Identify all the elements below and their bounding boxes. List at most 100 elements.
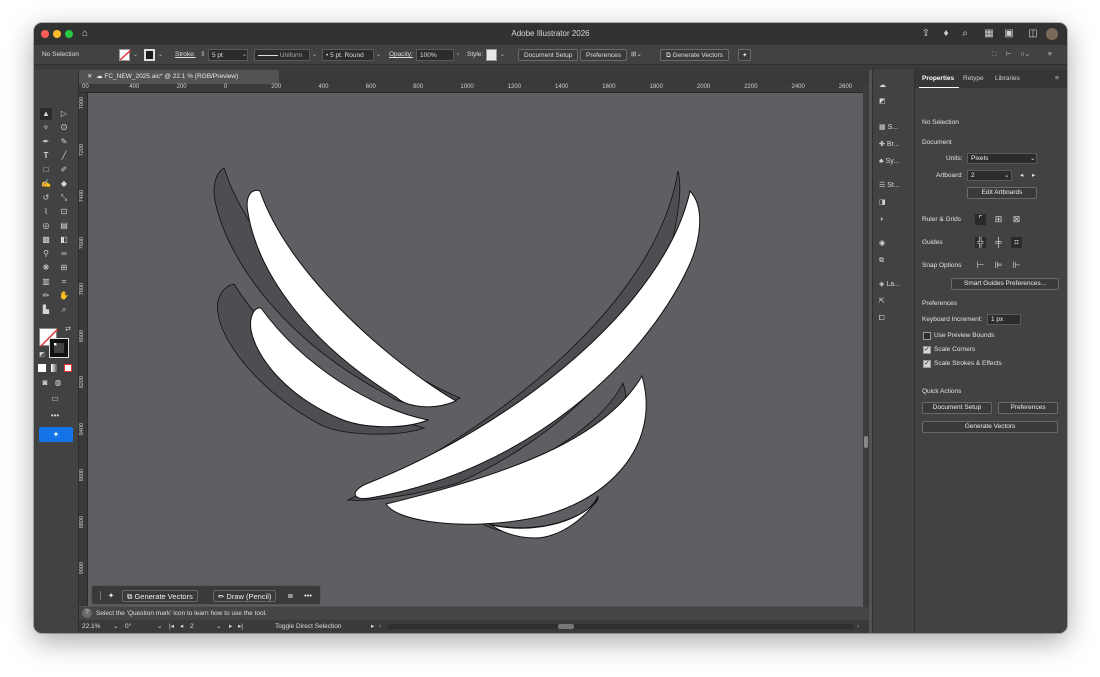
snap-to-glyph-icon[interactable]: ⊩ [1011, 260, 1022, 271]
grid-icon[interactable]: ⊞ [993, 214, 1004, 225]
stroke-panel[interactable]: ☰ St... [879, 180, 900, 192]
tab-properties[interactable]: Properties [922, 75, 954, 82]
type-tool-icon[interactable]: T [40, 150, 52, 162]
default-colors-icon[interactable]: ◩ [36, 349, 48, 361]
more-tools-icon[interactable]: ••• [49, 410, 61, 422]
live-paint-tool-icon[interactable]: ▤ [58, 220, 70, 232]
gradient-panel-icon[interactable]: ◨ [879, 197, 886, 209]
workspace-icon[interactable]: ▦ [982, 27, 996, 41]
stroke-swatch[interactable] [144, 49, 155, 61]
search-icon[interactable]: ⌕ [958, 27, 972, 41]
shaper-tool-icon[interactable]: ✍ [40, 178, 52, 190]
units-select[interactable]: Pixels [967, 153, 1037, 164]
transform-icon[interactable]: ⛶ [992, 49, 997, 61]
stroke-weight-dropdown-icon[interactable]: ⌄ [242, 49, 247, 61]
profile-dropdown-icon[interactable]: ⌄ [312, 49, 317, 61]
document-setup-button[interactable]: Document Setup [518, 49, 579, 61]
h-scroll-thumb[interactable] [558, 624, 574, 629]
use-preview-bounds-checkbox[interactable] [923, 332, 931, 340]
show-guides-icon[interactable]: ╬ [975, 237, 986, 248]
close-tab-icon[interactable]: ✕ [87, 73, 92, 80]
cloud-docs-icon[interactable]: ☁ [879, 80, 886, 92]
tab-libraries[interactable]: Libraries [995, 75, 1020, 82]
artboard-canvas[interactable] [88, 93, 863, 606]
shape-builder-tool-icon[interactable]: ◎ [40, 220, 52, 232]
horizontal-scrollbar[interactable] [388, 624, 853, 629]
generate-vectors-button[interactable]: ⧉ Generate Vectors [660, 49, 730, 61]
draw-pencil-button[interactable]: ✏ Draw (Pencil) [213, 590, 277, 602]
brush-dropdown-icon[interactable]: ⌄ [376, 49, 381, 61]
panel-menu-icon[interactable]: ≡ [1055, 75, 1059, 82]
free-transform-tool-icon[interactable]: ⊡ [58, 206, 70, 218]
prev-artboard-icon[interactable]: ◂ [1020, 171, 1023, 179]
units-dropdown-icon[interactable]: ⌄ [1030, 154, 1035, 162]
selection-tool-icon[interactable]: ▲ [40, 108, 52, 120]
draw-normal-icon[interactable]: ◙ [39, 377, 51, 389]
smart-guides-icon[interactable]: ⌗ [1011, 237, 1022, 248]
scale-tool-icon[interactable]: ⤡ [58, 192, 70, 204]
smart-guides-preferences-button[interactable]: Smart Guides Preferences... [951, 278, 1059, 290]
artboard-tool-icon[interactable]: ⊞ [58, 262, 70, 274]
scroll-thumb[interactable] [864, 436, 868, 448]
align-left-icon[interactable]: ⊢ [1006, 49, 1012, 61]
snap-to-point-icon[interactable]: ⊢ [975, 260, 986, 271]
edit-artboards-button[interactable]: Edit Artboards [967, 187, 1037, 199]
vertical-ruler[interactable]: 7000 7200 7400 7600 7800 8000 8200 8400 8600 8800… [79, 93, 88, 606]
opacity-label[interactable]: Opacity: [389, 49, 413, 61]
drag-handle-icon[interactable]: ▕ [95, 590, 101, 602]
brushes-panel[interactable]: ✤ Br... [879, 139, 899, 151]
logo-artwork[interactable] [88, 93, 863, 606]
swap-colors-icon[interactable]: ⇄ [62, 324, 74, 336]
rectangle-tool-icon[interactable]: □ [40, 164, 52, 176]
avatar[interactable] [1046, 28, 1058, 40]
notifications-icon[interactable]: ♦ [939, 27, 953, 41]
sparkle-icon[interactable]: ✦ [104, 590, 118, 602]
lock-guides-icon[interactable]: ╪ [993, 237, 1004, 248]
magic-wand-tool-icon[interactable]: ✧ [40, 122, 52, 134]
graphic-style-swatch[interactable] [486, 49, 497, 61]
export-panel-icon[interactable]: ⇱ [879, 296, 885, 308]
horizontal-ruler[interactable]: 00 400 200 0 200 400 600 800 1000 1200 1400 1600 180… [79, 84, 869, 93]
fill-dropdown-icon[interactable]: ⌄ [133, 49, 138, 61]
image-icon[interactable]: ⧈ [288, 590, 293, 602]
color-guide-icon[interactable]: ◩ [879, 96, 886, 108]
align-icon[interactable]: ⊞⌄ [631, 49, 642, 61]
stroke-dropdown-icon[interactable]: ⌄ [158, 49, 163, 61]
ruler-icon[interactable]: ⌜ [975, 214, 986, 225]
eraser-tool-icon[interactable]: ◆ [58, 178, 70, 190]
color-mode-icon[interactable] [38, 364, 46, 372]
stroke-label[interactable]: Stroke: [175, 49, 196, 61]
line-tool-icon[interactable]: ╱ [58, 150, 70, 162]
share-icon[interactable]: ⇪ [919, 27, 933, 41]
artboard-dropdown-icon[interactable]: ⌄ [216, 620, 221, 633]
context-generate-vectors-button[interactable]: ⧉ Generate Vectors [122, 590, 198, 602]
gradient-mode-icon[interactable] [51, 364, 59, 372]
menu-icon[interactable]: ≡ [1048, 49, 1052, 61]
zoom-tool-icon[interactable]: ⌕ [58, 304, 70, 316]
transparency-grid-icon[interactable]: ⊠ [1011, 214, 1022, 225]
paintbrush-tool-icon[interactable]: ✐ [58, 164, 70, 176]
sparkle-icon[interactable]: ✦ [738, 49, 752, 61]
transparency-panel-icon[interactable]: ◑ [879, 214, 883, 226]
style-dropdown-icon[interactable]: ⌄ [500, 49, 505, 61]
opacity-expand-icon[interactable]: › [457, 49, 459, 61]
eyedropper-tool-icon[interactable]: ⚲ [40, 248, 52, 260]
lasso-tool-icon[interactable]: ʘ [58, 122, 70, 134]
graphic-styles-panel-icon[interactable]: ⧉ [879, 255, 884, 267]
warp-tool-icon[interactable]: ⌇ [40, 206, 52, 218]
direct-selection-tool-icon[interactable]: ▷ [58, 108, 70, 120]
hand-tool-icon[interactable]: ✋ [58, 290, 70, 302]
qa-generate-vectors-button[interactable]: Generate Vectors [922, 421, 1058, 433]
rotation-value[interactable]: 0° [125, 620, 155, 633]
scroll-right-icon[interactable]: › [857, 620, 859, 633]
symbol-sprayer-tool-icon[interactable]: ❋ [40, 262, 52, 274]
artboard-dropdown-icon[interactable]: ⌄ [1004, 171, 1009, 179]
tab-retype[interactable]: Retype [963, 75, 984, 82]
gradient-tool-icon[interactable]: ◧ [58, 234, 70, 246]
blend-tool-icon[interactable]: ∞ [58, 248, 70, 260]
draw-behind-icon[interactable]: ◍ [52, 377, 64, 389]
perspective-grid-tool-icon[interactable]: ▩ [40, 234, 52, 246]
pen-tool-icon[interactable]: ✒ [40, 136, 52, 148]
opacity-field[interactable]: 100% [416, 49, 454, 61]
panels-icon[interactable]: ▣ [1002, 27, 1016, 41]
